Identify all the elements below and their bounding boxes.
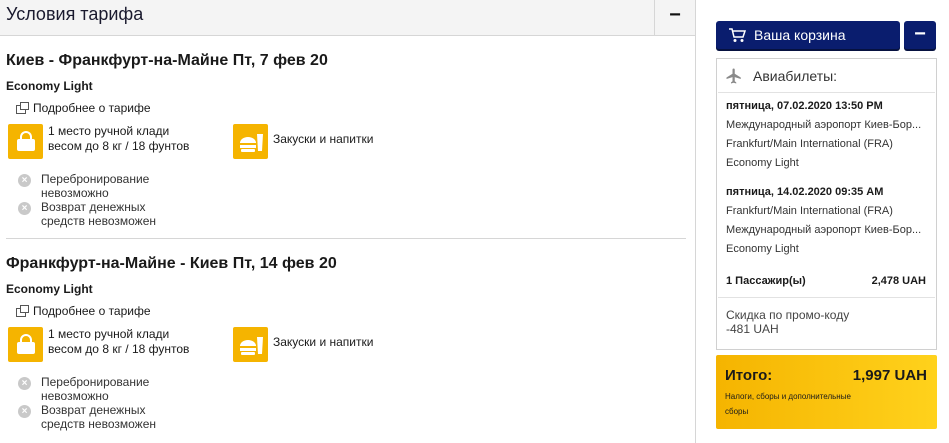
rebooking-restriction: × Перебронирование невозможно	[18, 375, 149, 403]
meal-drink-icon	[233, 327, 268, 362]
fare-details-link[interactable]: Подробнее о тарифе	[16, 101, 151, 115]
refund-line-1: Возврат денежных	[41, 200, 146, 214]
collapse-section-button[interactable]: −	[654, 0, 695, 35]
segment-from: Международный аэропорт Киев-Бор...	[726, 119, 922, 131]
segment-to: Международный аэропорт Киев-Бор...	[726, 224, 922, 236]
meal-drink-icon	[233, 124, 268, 159]
cart-collapse-button[interactable]: −	[904, 21, 936, 49]
passengers-count: 1 Пассажир(ы)	[726, 275, 806, 287]
baggage-line-1: 1 место ручной клади	[48, 327, 170, 341]
not-allowed-icon: ×	[18, 405, 31, 418]
summary-title: Авиабилеты:	[753, 68, 838, 84]
segment-from: Frankfurt/Main International (FRA)	[726, 205, 893, 217]
handbag-icon	[8, 124, 43, 159]
baggage-feature: 1 место ручной клади весом до 8 кг / 18 …	[8, 124, 189, 159]
not-allowed-icon: ×	[18, 377, 31, 390]
total-label: Итого:	[725, 367, 773, 384]
total-box: Итого: 1,997 UAH Налоги, сборы и дополни…	[716, 355, 937, 429]
total-note: Налоги, сборы и дополнительные сборы	[725, 392, 851, 416]
handbag-icon	[8, 327, 43, 362]
fare-conditions-title: Условия тарифа	[6, 4, 144, 24]
refund-line-2: средств невозможен	[41, 214, 156, 228]
refund-restriction: × Возврат денежных средств невозможен	[18, 403, 156, 431]
passengers-row: 1 Пассажир(ы) 2,478 UAH	[726, 275, 926, 287]
rebooking-line-2: невозможно	[41, 186, 109, 200]
flight-route: Киев - Франкфурт-на-Майне Пт, 7 фев 20	[6, 52, 328, 69]
baggage-feature: 1 место ручной клади весом до 8 кг / 18 …	[8, 327, 189, 362]
external-link-icon	[16, 305, 29, 317]
summary-segment-return: пятница, 14.02.2020 09:35 AM Frankfurt/M…	[726, 183, 931, 259]
refund-line-2: средств невозможен	[41, 417, 156, 431]
cart-button[interactable]: Ваша корзина	[716, 21, 900, 49]
total-amount: 1,997 UAH	[852, 367, 927, 384]
not-allowed-icon: ×	[18, 202, 31, 215]
fare-class: Economy Light	[6, 79, 93, 93]
rebooking-line-1: Перебронирование	[41, 172, 150, 186]
segment-fare: Economy Light	[726, 157, 799, 169]
summary-segment-outbound: пятница, 07.02.2020 13:50 PM Международн…	[726, 97, 931, 173]
fare-details-link[interactable]: Подробнее о тарифе	[16, 304, 151, 318]
fare-details-label: Подробнее о тарифе	[33, 101, 151, 115]
cart-icon	[729, 28, 746, 42]
fare-conditions-header: Условия тарифа −	[0, 0, 695, 36]
rebooking-line-1: Перебронирование	[41, 375, 150, 389]
summary-header: Авиабилеты:	[725, 67, 837, 85]
rebooking-restriction: × Перебронирование невозможно	[18, 172, 149, 200]
cart-button-label: Ваша корзина	[754, 27, 846, 43]
refund-line-1: Возврат денежных	[41, 403, 146, 417]
promo-discount: Скидка по промо-коду -481 UAH	[726, 308, 849, 336]
not-allowed-icon: ×	[18, 174, 31, 187]
segment-datetime: пятница, 07.02.2020 13:50 PM	[726, 100, 883, 112]
baggage-line-2: весом до 8 кг / 18 фунтов	[48, 139, 190, 153]
flight-route: Франкфурт-на-Майне - Киев Пт, 14 фев 20	[6, 255, 337, 272]
promo-label: Скидка по промо-коду	[726, 308, 850, 322]
fare-class: Economy Light	[6, 282, 93, 296]
segment-fare: Economy Light	[726, 243, 799, 255]
summary-divider	[718, 297, 935, 298]
refund-restriction: × Возврат денежных средств невозможен	[18, 200, 156, 228]
flight-divider	[6, 238, 686, 239]
segment-to: Frankfurt/Main International (FRA)	[726, 138, 893, 150]
baggage-line-2: весом до 8 кг / 18 фунтов	[48, 342, 190, 356]
external-link-icon	[16, 102, 29, 114]
fare-details-label: Подробнее о тарифе	[33, 304, 151, 318]
summary-divider	[718, 92, 935, 93]
snacks-label: Закуски и напитки	[273, 132, 374, 146]
snacks-label: Закуски и напитки	[273, 335, 374, 349]
booking-summary: Авиабилеты: пятница, 07.02.2020 13:50 PM…	[716, 58, 937, 350]
snacks-feature: Закуски и напитки	[233, 124, 373, 159]
flight-return: Франкфурт-на-Майне - Киев Пт, 14 фев 20 …	[6, 255, 686, 431]
plane-icon	[726, 68, 741, 84]
passengers-price: 2,478 UAH	[871, 275, 926, 287]
promo-value: -481 UAH	[726, 322, 779, 336]
fare-conditions-panel: Условия тарифа − Киев - Франкфурт-на-Май…	[0, 0, 696, 443]
baggage-line-1: 1 место ручной клади	[48, 124, 170, 138]
flight-outbound: Киев - Франкфурт-на-Майне Пт, 7 фев 20 E…	[6, 52, 686, 228]
rebooking-line-2: невозможно	[41, 389, 109, 403]
segment-datetime: пятница, 14.02.2020 09:35 AM	[726, 186, 884, 198]
snacks-feature: Закуски и напитки	[233, 327, 373, 362]
